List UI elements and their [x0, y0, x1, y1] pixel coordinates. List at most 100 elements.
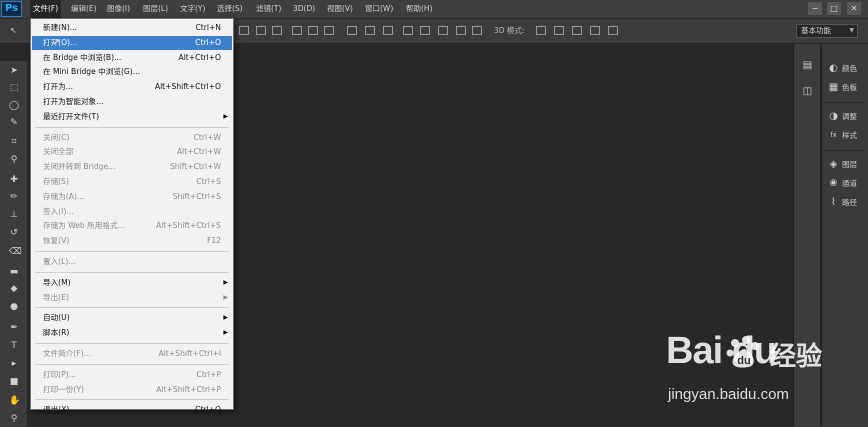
- workspace-dropdown[interactable]: 基本功能 ▼: [796, 24, 858, 38]
- move-tool-icon[interactable]: ➤: [9, 66, 19, 76]
- menu-item-15: 恢复(V) F12: [32, 234, 232, 248]
- align-distribute-icon[interactable]: [383, 26, 393, 35]
- crop-tool-icon[interactable]: ⌗: [9, 137, 19, 147]
- panel-button[interactable]: ◐ 颜色: [828, 62, 864, 76]
- menu-item-5[interactable]: 打开为智能对象...: [32, 95, 232, 109]
- align-distribute-icon[interactable]: [472, 26, 482, 35]
- menu-item-19[interactable]: 导入(M) ▶: [32, 276, 232, 290]
- hand-tool-icon[interactable]: ✋: [9, 396, 20, 406]
- align-distribute-icon[interactable]: [292, 26, 302, 35]
- maximize-icon[interactable]: □: [827, 2, 841, 15]
- menu-item-label: 关闭并转到 Bridge...: [43, 162, 116, 172]
- menu-item-30[interactable]: 退出(X) Ctrl+Q: [32, 403, 232, 417]
- pen-tool-icon[interactable]: ✒: [9, 323, 19, 333]
- dodge-tool-icon[interactable]: ●: [9, 302, 19, 312]
- healing-brush-tool-icon[interactable]: ✚: [9, 175, 19, 185]
- submenu-arrow-icon: ▶: [223, 112, 228, 120]
- menu-item[interactable]: 编辑(E): [71, 0, 97, 18]
- close-icon[interactable]: ✕: [847, 2, 861, 15]
- move-tool-preset-icon[interactable]: ↖: [10, 26, 20, 35]
- menu-item-label: 存储为 Web 所用格式...: [43, 221, 125, 231]
- panel-button[interactable]: ❀ 通道: [828, 177, 864, 191]
- panel-label: 颜色: [842, 64, 857, 73]
- align-distribute-icon[interactable]: [572, 26, 582, 35]
- minimize-icon[interactable]: −: [808, 2, 822, 15]
- menu-item-23[interactable]: 脚本(R) ▶: [32, 326, 232, 340]
- menu-item-label: 签入(I)...: [43, 206, 74, 216]
- align-distribute-icon[interactable]: [403, 26, 413, 35]
- menu-separator: [35, 251, 229, 252]
- gradient-tool-icon[interactable]: ▬: [9, 267, 19, 277]
- brush-tool-icon[interactable]: ✏: [9, 192, 19, 202]
- properties-panel-icon[interactable]: ◫: [802, 86, 813, 97]
- submenu-arrow-icon: ▶: [223, 329, 228, 337]
- type-tool-icon[interactable]: T: [9, 341, 19, 351]
- menu-item-1[interactable]: 打开(O)... Ctrl+O: [32, 35, 232, 50]
- panel-label: 样式: [842, 131, 857, 140]
- menu-item[interactable]: 3D(D): [293, 0, 315, 18]
- menu-separator: [35, 343, 229, 344]
- menu-item[interactable]: 帮助(H): [406, 0, 433, 18]
- 3d-mode-label: 3D 模式:: [494, 26, 525, 35]
- align-distribute-icon[interactable]: [272, 26, 282, 35]
- menu-item[interactable]: 视图(V): [327, 0, 353, 18]
- history-brush-tool-icon[interactable]: ↺: [9, 228, 19, 238]
- align-distribute-icon[interactable]: [608, 26, 618, 35]
- blur-tool-icon[interactable]: ◆: [9, 284, 19, 294]
- align-distribute-icon[interactable]: [239, 26, 249, 35]
- menu-item-8: 关闭(C) Ctrl+W: [32, 131, 232, 145]
- menu-item-2[interactable]: 在 Bridge 中浏览(B)... Alt+Ctrl+O: [32, 51, 232, 65]
- menu-item-3[interactable]: 在 Mini Bridge 中浏览(G)...: [32, 65, 232, 79]
- shape-tool-icon[interactable]: ■: [9, 377, 19, 387]
- panel-button[interactable]: ⌇ 路径: [828, 196, 864, 210]
- color-palette-icon: ◐: [829, 63, 838, 74]
- align-distribute-icon[interactable]: [308, 26, 318, 35]
- align-distribute-icon[interactable]: [438, 26, 448, 35]
- zoom-tool-icon[interactable]: ⚲: [9, 414, 19, 424]
- marquee-tool-icon[interactable]: ⬚: [9, 83, 19, 93]
- align-distribute-icon[interactable]: [420, 26, 430, 35]
- align-distribute-icon[interactable]: [590, 26, 600, 35]
- file-menu-dropdown: 新建(N)... Ctrl+N 打开(O)... Ctrl+O 在 Bridge 中浏览…: [30, 18, 234, 414]
- menu-item-shortcut: Alt+Shift+Ctrl+O: [154, 82, 221, 92]
- eyedropper-tool-icon[interactable]: ⚲: [9, 155, 19, 165]
- watermark-jingyan-text: 经验: [770, 342, 823, 372]
- menu-item-6[interactable]: 最近打开文件(T) ▶: [32, 110, 232, 124]
- menu-item-shortcut: Ctrl+O: [195, 37, 221, 47]
- align-distribute-icon[interactable]: [536, 26, 546, 35]
- menu-item-14: 存储为 Web 所用格式... Alt+Shift+Ctrl+S: [32, 219, 232, 233]
- menu-item[interactable]: 选择(S): [217, 0, 243, 18]
- styles-fx-icon: fx: [830, 131, 837, 139]
- panel-button[interactable]: fx 样式: [828, 129, 864, 143]
- menu-item-22[interactable]: 自动(U) ▶: [32, 311, 232, 325]
- quick-select-tool-icon[interactable]: ✎: [9, 118, 19, 128]
- panel-button[interactable]: ◈ 图层: [828, 158, 864, 172]
- menu-item-4[interactable]: 打开为... Alt+Shift+Ctrl+O: [32, 80, 232, 94]
- menu-item-label: 最近打开文件(T): [43, 111, 100, 121]
- menu-item[interactable]: 图像(I): [107, 0, 130, 18]
- path-select-tool-icon[interactable]: ▸: [9, 359, 19, 369]
- menu-item[interactable]: 窗口(W): [365, 0, 393, 18]
- menu-item[interactable]: 文字(Y): [180, 0, 205, 18]
- menu-item[interactable]: 滤镜(T): [256, 0, 281, 18]
- menu-item[interactable]: 文件(F): [30, 0, 62, 18]
- align-distribute-icon[interactable]: [456, 26, 466, 35]
- eraser-tool-icon[interactable]: ⌫: [9, 247, 22, 257]
- panel-button[interactable]: ◑ 调整: [828, 110, 864, 124]
- menu-item[interactable]: 图层(L): [143, 0, 168, 18]
- align-distribute-icon[interactable]: [365, 26, 375, 35]
- align-distribute-icon[interactable]: [554, 26, 564, 35]
- menu-separator: [35, 363, 229, 365]
- align-distribute-icon[interactable]: [256, 26, 266, 35]
- menu-item-0[interactable]: 新建(N)... Ctrl+N: [32, 21, 232, 35]
- align-distribute-icon[interactable]: [324, 26, 334, 35]
- lasso-tool-icon[interactable]: ◯: [9, 101, 19, 111]
- paths-pen-icon: ⌇: [831, 197, 836, 208]
- menu-separator: [35, 399, 229, 401]
- menu-item-label: 在 Bridge 中浏览(B)...: [43, 52, 122, 62]
- panel-label: 图层: [842, 160, 857, 169]
- clone-stamp-tool-icon[interactable]: ⊥: [9, 210, 19, 220]
- align-distribute-icon[interactable]: [347, 26, 357, 35]
- panel-button[interactable]: ▦ 色板: [828, 81, 864, 95]
- history-panel-icon[interactable]: ▤: [802, 60, 813, 71]
